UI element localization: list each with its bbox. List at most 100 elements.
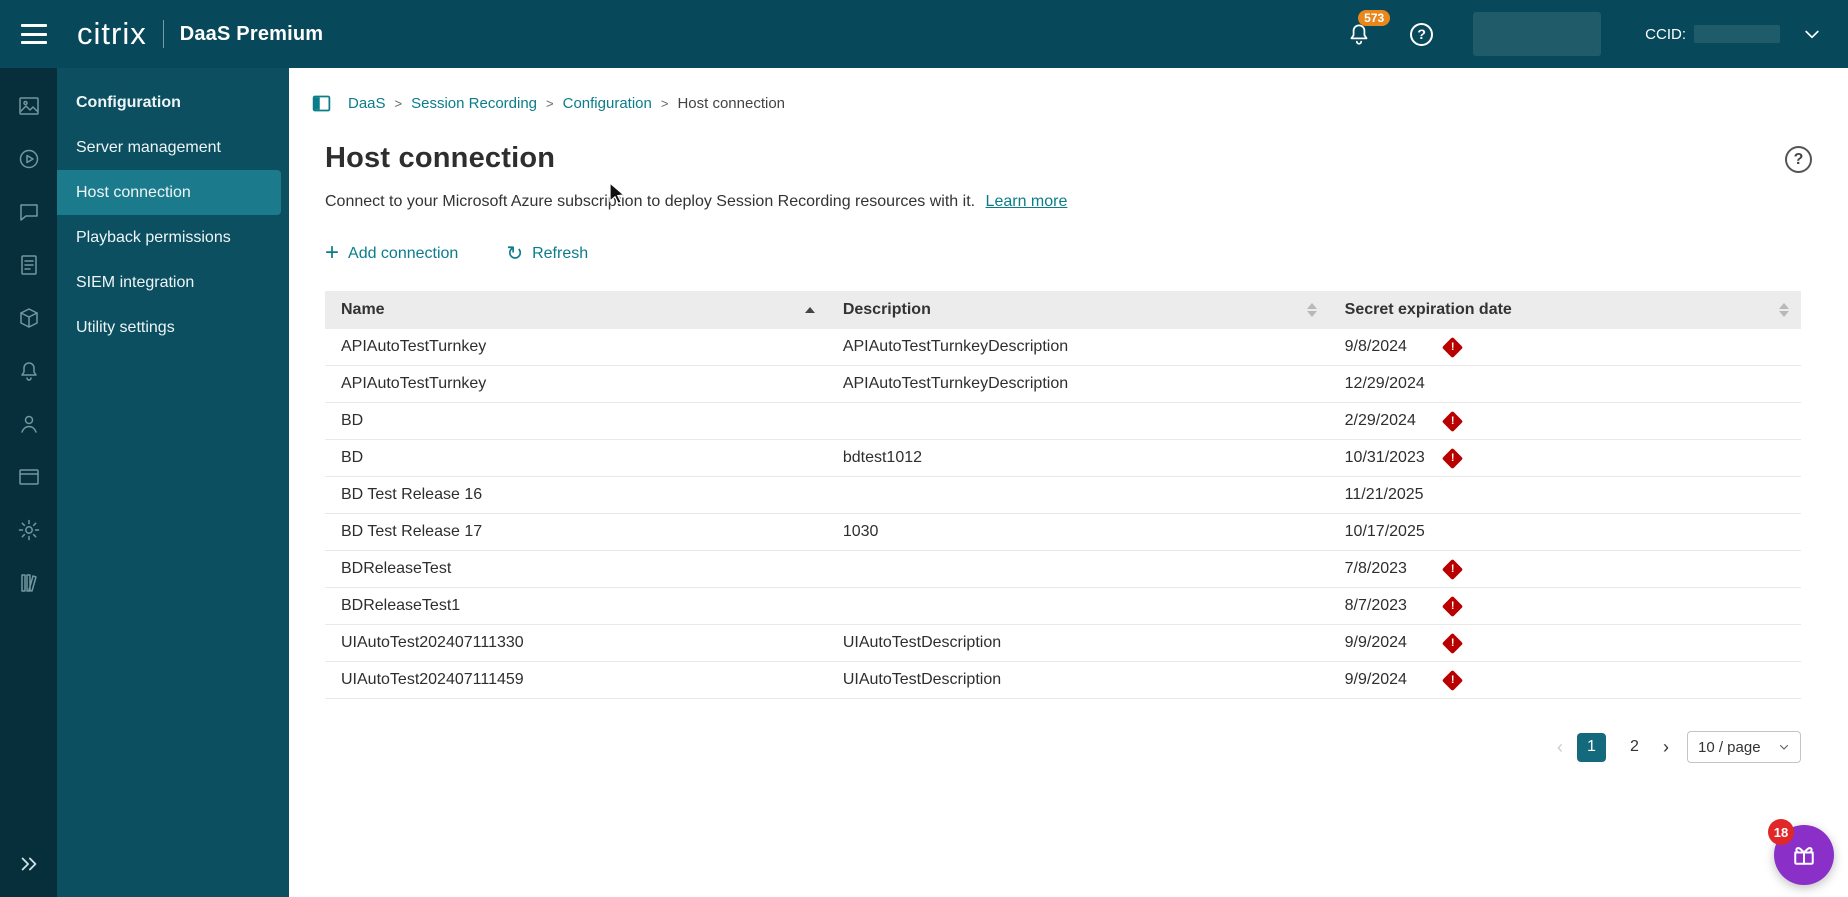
table-row[interactable]: UIAutoTest202407111459 UIAutoTestDescrip…: [325, 661, 1801, 699]
sidebar-item-siem-integration[interactable]: SIEM integration: [57, 260, 281, 305]
page-size-value: 10 / page: [1698, 738, 1761, 756]
menu-icon[interactable]: [21, 24, 47, 44]
breadcrumb-current: Host connection: [677, 95, 786, 112]
logs-icon[interactable]: [17, 253, 41, 277]
cell-name: BDReleaseTest1: [325, 587, 827, 625]
table-toolbar: + Add connection ↻ Refresh: [325, 241, 1812, 265]
cell-expiration: 9/9/2024!: [1328, 661, 1801, 699]
library-icon[interactable]: [17, 571, 41, 595]
learn-more-link[interactable]: Learn more: [986, 193, 1068, 210]
breadcrumb-separator: >: [546, 96, 554, 111]
breadcrumb-separator: >: [394, 96, 403, 111]
assistant-button[interactable]: 18: [1768, 819, 1834, 885]
workspace-icon[interactable]: [17, 465, 41, 489]
breadcrumb-link-daas[interactable]: DaaS: [348, 95, 386, 112]
table-row[interactable]: APIAutoTestTurnkey APIAutoTestTurnkeyDes…: [325, 365, 1801, 403]
table-row[interactable]: BD Test Release 16 11/21/2025!: [325, 476, 1801, 514]
pagination: ‹ 1 2 › 10 / page: [289, 731, 1801, 763]
page-help-icon[interactable]: ?: [1785, 146, 1812, 173]
dashboard-icon[interactable]: [17, 94, 41, 118]
cell-description: bdtest1012: [826, 439, 1329, 477]
cell-expiration: 11/21/2025!: [1328, 476, 1801, 514]
column-header-secret-expiration[interactable]: Secret expiration date: [1328, 291, 1801, 329]
table-row[interactable]: BDReleaseTest 7/8/2023!: [325, 550, 1801, 588]
identity-icon[interactable]: [17, 412, 41, 436]
sort-asc-icon[interactable]: [804, 307, 815, 313]
secondary-sidebar: Configuration Server management Host con…: [57, 68, 289, 897]
cell-name: BD: [325, 402, 827, 440]
warning-diamond-icon: !: [1441, 336, 1463, 358]
warning-diamond-icon: !: [1441, 595, 1463, 617]
cell-description: APIAutoTestTurnkeyDescription: [826, 365, 1329, 403]
cell-description: 1030: [826, 513, 1329, 551]
pagination-prev-button[interactable]: ‹: [1557, 738, 1563, 756]
table-row[interactable]: BDReleaseTest1 8/7/2023!: [325, 587, 1801, 625]
warning-diamond-icon: !: [1441, 632, 1463, 654]
add-connection-button[interactable]: + Add connection: [325, 241, 458, 265]
cell-description: UIAutoTestDescription: [826, 661, 1329, 699]
pagination-next-button[interactable]: ›: [1663, 738, 1669, 756]
sidebar-item-utility-settings[interactable]: Utility settings: [57, 305, 281, 350]
ccid-redacted-value: [1694, 25, 1780, 43]
citrix-logo: citrix: [77, 16, 147, 51]
top-bar: citrix DaaS Premium 573 ? CCID:: [0, 0, 1848, 68]
settings-icon[interactable]: [17, 518, 41, 542]
cell-name: APIAutoTestTurnkey: [325, 365, 827, 403]
sidebar-item-configuration[interactable]: Configuration: [57, 80, 281, 125]
table-row[interactable]: BD 2/29/2024!: [325, 402, 1801, 440]
refresh-icon: ↻: [506, 243, 524, 265]
cell-name: APIAutoTestTurnkey: [325, 329, 827, 366]
cell-name: BD Test Release 17: [325, 513, 827, 551]
expand-rail-icon[interactable]: [0, 853, 57, 875]
breadcrumb: DaaS > Session Recording > Configuration…: [311, 93, 1848, 114]
breadcrumb-link-session-recording[interactable]: Session Recording: [411, 95, 537, 112]
pagination-page-2[interactable]: 2: [1620, 733, 1649, 762]
notification-count-badge: 573: [1358, 10, 1391, 26]
cell-description: [826, 587, 1329, 625]
table-row[interactable]: UIAutoTest202407111330 UIAutoTestDescrip…: [325, 624, 1801, 662]
cell-expiration: 8/7/2023!: [1328, 587, 1801, 625]
assistant-badge: 18: [1768, 819, 1794, 845]
cell-expiration: 2/29/2024!: [1328, 402, 1801, 440]
services-icon[interactable]: [17, 306, 41, 330]
product-title: DaaS Premium: [179, 22, 324, 45]
sidebar-item-server-management[interactable]: Server management: [57, 125, 281, 170]
monitoring-icon[interactable]: [17, 147, 41, 171]
table-row[interactable]: APIAutoTestTurnkey APIAutoTestTurnkeyDes…: [325, 329, 1801, 366]
table-row[interactable]: BD bdtest1012 10/31/2023!: [325, 439, 1801, 477]
assistant-gift-icon: [1794, 847, 1814, 865]
cell-description: [826, 550, 1329, 588]
sort-icon[interactable]: [1779, 303, 1789, 317]
cell-expiration: 9/8/2024!: [1328, 329, 1801, 366]
warning-diamond-icon: !: [1441, 447, 1463, 469]
bell-icon[interactable]: 573: [1346, 10, 1391, 47]
pagination-page-1[interactable]: 1: [1577, 732, 1606, 762]
cell-description: UIAutoTestDescription: [826, 624, 1329, 662]
cell-description: [826, 476, 1329, 514]
chevron-down-icon[interactable]: [1802, 24, 1822, 44]
chat-icon[interactable]: [17, 200, 41, 224]
cell-description: [826, 402, 1329, 440]
brand-divider: [162, 20, 164, 48]
icon-rail: [0, 68, 57, 897]
help-icon[interactable]: ?: [1410, 22, 1434, 46]
table-row[interactable]: BD Test Release 17 1030 10/17/2025!: [325, 513, 1801, 551]
page-description: Connect to your Microsoft Azure subscrip…: [325, 193, 1812, 211]
breadcrumb-panel-icon[interactable]: [311, 93, 332, 114]
host-connections-table: Name Description Secret expiration date: [325, 291, 1801, 699]
table-header-row: Name Description Secret expiration date: [325, 291, 1801, 329]
breadcrumb-link-configuration[interactable]: Configuration: [563, 95, 652, 112]
column-header-name[interactable]: Name: [325, 291, 827, 329]
sort-icon[interactable]: [1306, 303, 1317, 317]
sidebar-item-host-connection[interactable]: Host connection: [57, 170, 281, 215]
column-header-description[interactable]: Description: [826, 291, 1329, 329]
page-size-select[interactable]: 10 / page: [1687, 731, 1801, 763]
warning-diamond-icon: !: [1441, 558, 1463, 580]
notifications-icon[interactable]: [17, 359, 41, 383]
page-title: Host connection: [325, 142, 556, 174]
refresh-button[interactable]: ↻ Refresh: [506, 244, 588, 264]
sidebar-item-playback-permissions[interactable]: Playback permissions: [57, 215, 281, 260]
cell-expiration: 10/31/2023!: [1328, 439, 1801, 477]
page-description-text: Connect to your Microsoft Azure subscrip…: [325, 193, 976, 210]
warning-diamond-icon: !: [1441, 410, 1463, 432]
